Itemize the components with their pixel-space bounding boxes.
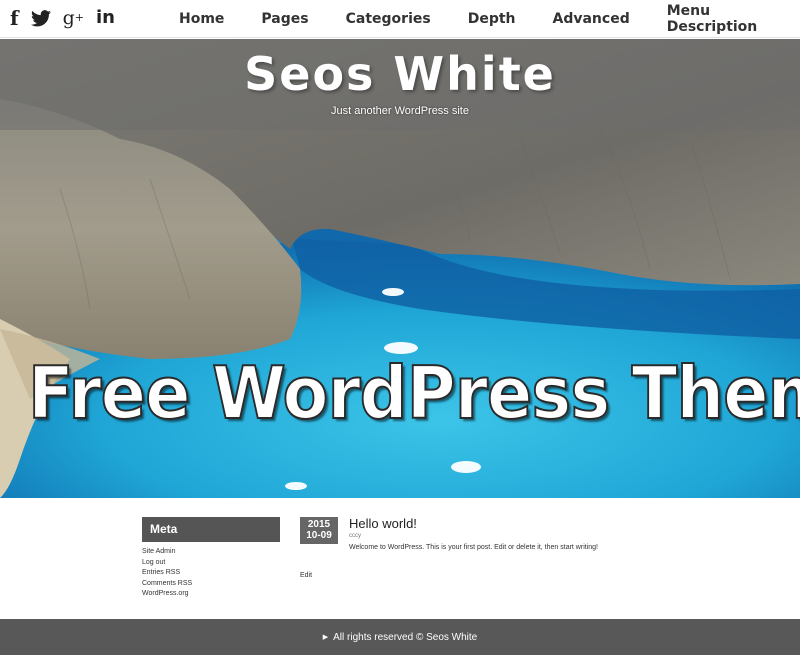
post-date-year: 2015 [307,519,331,530]
linkedin-icon[interactable]: in [96,8,115,28]
nav-menu-description[interactable]: Menu Description [667,3,763,35]
facebook-icon[interactable]: f [10,8,19,28]
main-menu: Home Pages Categories Depth Advanced Men… [179,0,800,38]
post-title[interactable]: Hello world! [349,516,417,531]
footer-copyright: All rights reserved © Seos White [333,631,478,643]
post-date: 2015 10-09 [300,517,338,544]
google-plus-icon[interactable]: g + [63,8,84,28]
footer-arrow-icon: ▶ [322,634,329,641]
promo-text: Free WordPress Theme [27,350,800,436]
post-edit-link[interactable]: Edit [300,572,312,579]
top-bar: f g + in Home Pages Categories Depth Adva… [0,0,800,38]
nav-categories[interactable]: Categories [346,11,431,27]
nav-advanced[interactable]: Advanced [553,11,630,27]
nav-depth[interactable]: Depth [468,11,516,27]
site-title[interactable]: Seos White [0,47,800,101]
post-body: Welcome to WordPress. This is your first… [349,544,598,551]
post-author[interactable]: cccy [349,533,361,539]
link-log-out[interactable]: Log out [142,558,280,569]
twitter-icon[interactable] [30,9,51,27]
meta-links: Site Admin Log out Entries RSS Comments … [142,547,280,600]
footer: ▶ All rights reserved © Seos White [0,619,800,655]
site-tagline: Just another WordPress site [331,105,469,117]
link-entries-rss[interactable]: Entries RSS [142,568,280,579]
link-comments-rss[interactable]: Comments RSS [142,579,280,590]
link-wordpress-org[interactable]: WordPress.org [142,589,280,600]
nav-home[interactable]: Home [179,11,224,27]
nav-pages[interactable]: Pages [261,11,308,27]
header-image: Seos White Just another WordPress site F… [0,39,800,498]
post-date-day: 10-09 [306,530,332,541]
widget-title: Meta [142,517,280,542]
sidebar: Meta Site Admin Log out Entries RSS Comm… [142,517,280,600]
link-site-admin[interactable]: Site Admin [142,547,280,558]
social-links: f g + in [10,8,127,29]
